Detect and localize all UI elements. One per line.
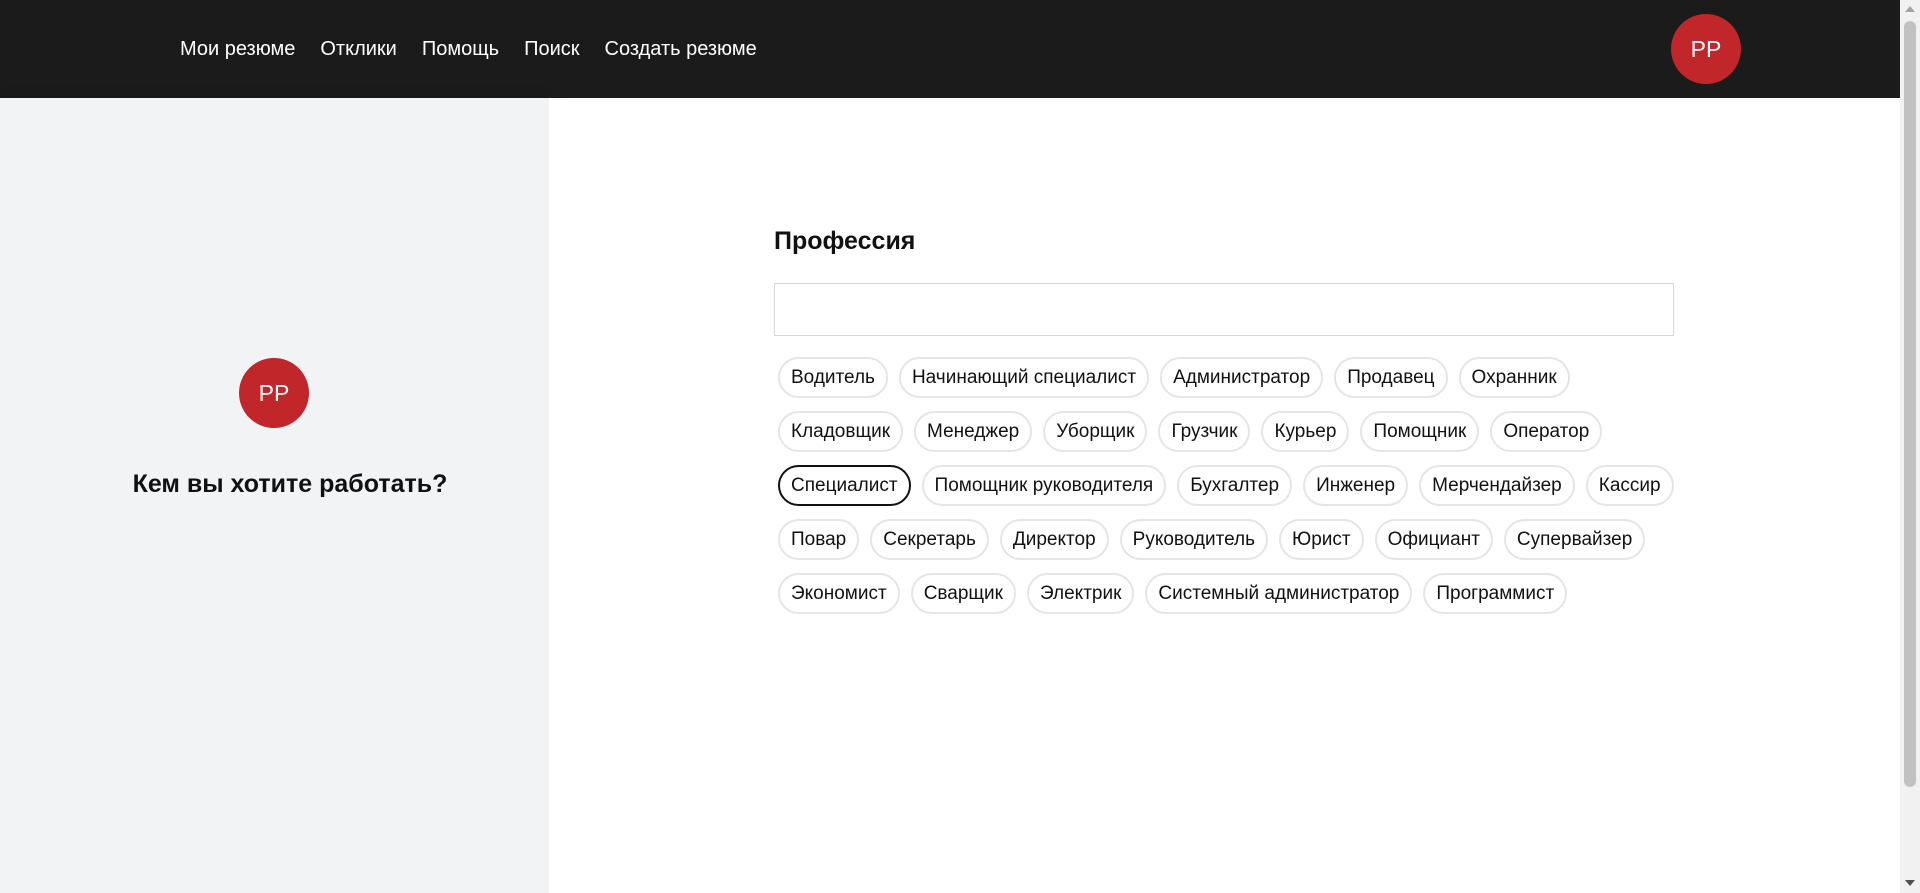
top-navigation-bar: Мои резюме Отклики Помощь Поиск Создать … — [0, 0, 1900, 98]
profession-chip[interactable]: Директор — [999, 519, 1109, 560]
nav-my-resumes[interactable]: Мои резюме — [180, 38, 295, 61]
profession-chip[interactable]: Водитель — [778, 357, 888, 398]
profession-chip[interactable]: Начинающий специалист — [898, 357, 1150, 398]
main-content: Профессия Водитель Начинающий специалист А… — [549, 98, 1900, 893]
profession-chip[interactable]: Оператор — [1490, 411, 1603, 452]
profession-chip[interactable]: Грузчик — [1158, 411, 1251, 452]
profession-chip[interactable]: Продавец — [1334, 357, 1448, 398]
profession-input[interactable] — [774, 283, 1674, 336]
profession-chip[interactable]: Юрист — [1279, 519, 1364, 560]
profession-chip[interactable]: Системный администратор — [1145, 573, 1413, 614]
profession-chip[interactable]: Специалист — [778, 465, 911, 506]
profession-chip[interactable]: Секретарь — [870, 519, 989, 560]
profession-chip[interactable]: Бухгалтер — [1177, 465, 1293, 506]
nav-create-resume[interactable]: Создать резюме — [605, 38, 757, 61]
profession-chip[interactable]: Уборщик — [1043, 411, 1148, 452]
profession-chip[interactable]: Экономист — [778, 573, 900, 614]
profession-chip[interactable]: Помощник — [1360, 411, 1480, 452]
profession-chip[interactable]: Кладовщик — [778, 411, 904, 452]
profession-chip-list: Водитель Начинающий специалист Администрат… — [778, 357, 1678, 614]
main-nav: Мои резюме Отклики Помощь Поиск Создать … — [180, 0, 757, 98]
nav-search[interactable]: Поиск — [524, 38, 579, 61]
nav-responses[interactable]: Отклики — [320, 38, 396, 61]
profession-chip[interactable]: Супервайзер — [1503, 519, 1646, 560]
nav-help[interactable]: Помощь — [422, 38, 499, 61]
user-avatar-button[interactable]: РР — [1671, 14, 1741, 84]
profession-chip[interactable]: Менеджер — [914, 411, 1033, 452]
sidebar-avatar: РР — [239, 358, 309, 428]
scroll-up-arrow-icon[interactable] — [1905, 6, 1915, 12]
profession-chip[interactable]: Руководитель — [1119, 519, 1269, 560]
scrollbar-thumb[interactable] — [1904, 21, 1916, 787]
profession-chip[interactable]: Курьер — [1261, 411, 1350, 452]
sidebar: РР Кем вы хотите работать? — [0, 98, 549, 893]
profession-chip[interactable]: Повар — [778, 519, 860, 560]
profession-chip[interactable]: Мерчендайзер — [1419, 465, 1575, 506]
profession-section-title: Профессия — [774, 227, 916, 255]
profession-chip[interactable]: Электрик — [1026, 573, 1135, 614]
profession-chip[interactable]: Официант — [1374, 519, 1493, 560]
profession-chip[interactable]: Кассир — [1585, 465, 1674, 506]
profession-chip[interactable]: Инженер — [1303, 465, 1409, 506]
vertical-scrollbar[interactable] — [1900, 0, 1920, 893]
profession-chip[interactable]: Программист — [1423, 573, 1568, 614]
profession-chip[interactable]: Сварщик — [910, 573, 1016, 614]
sidebar-question-title: Кем вы хотите работать? — [132, 470, 448, 498]
profession-chip[interactable]: Администратор — [1160, 357, 1324, 398]
scroll-down-arrow-icon[interactable] — [1905, 880, 1915, 886]
profession-chip[interactable]: Охранник — [1458, 357, 1570, 398]
profession-chip[interactable]: Помощник руководителя — [921, 465, 1167, 506]
